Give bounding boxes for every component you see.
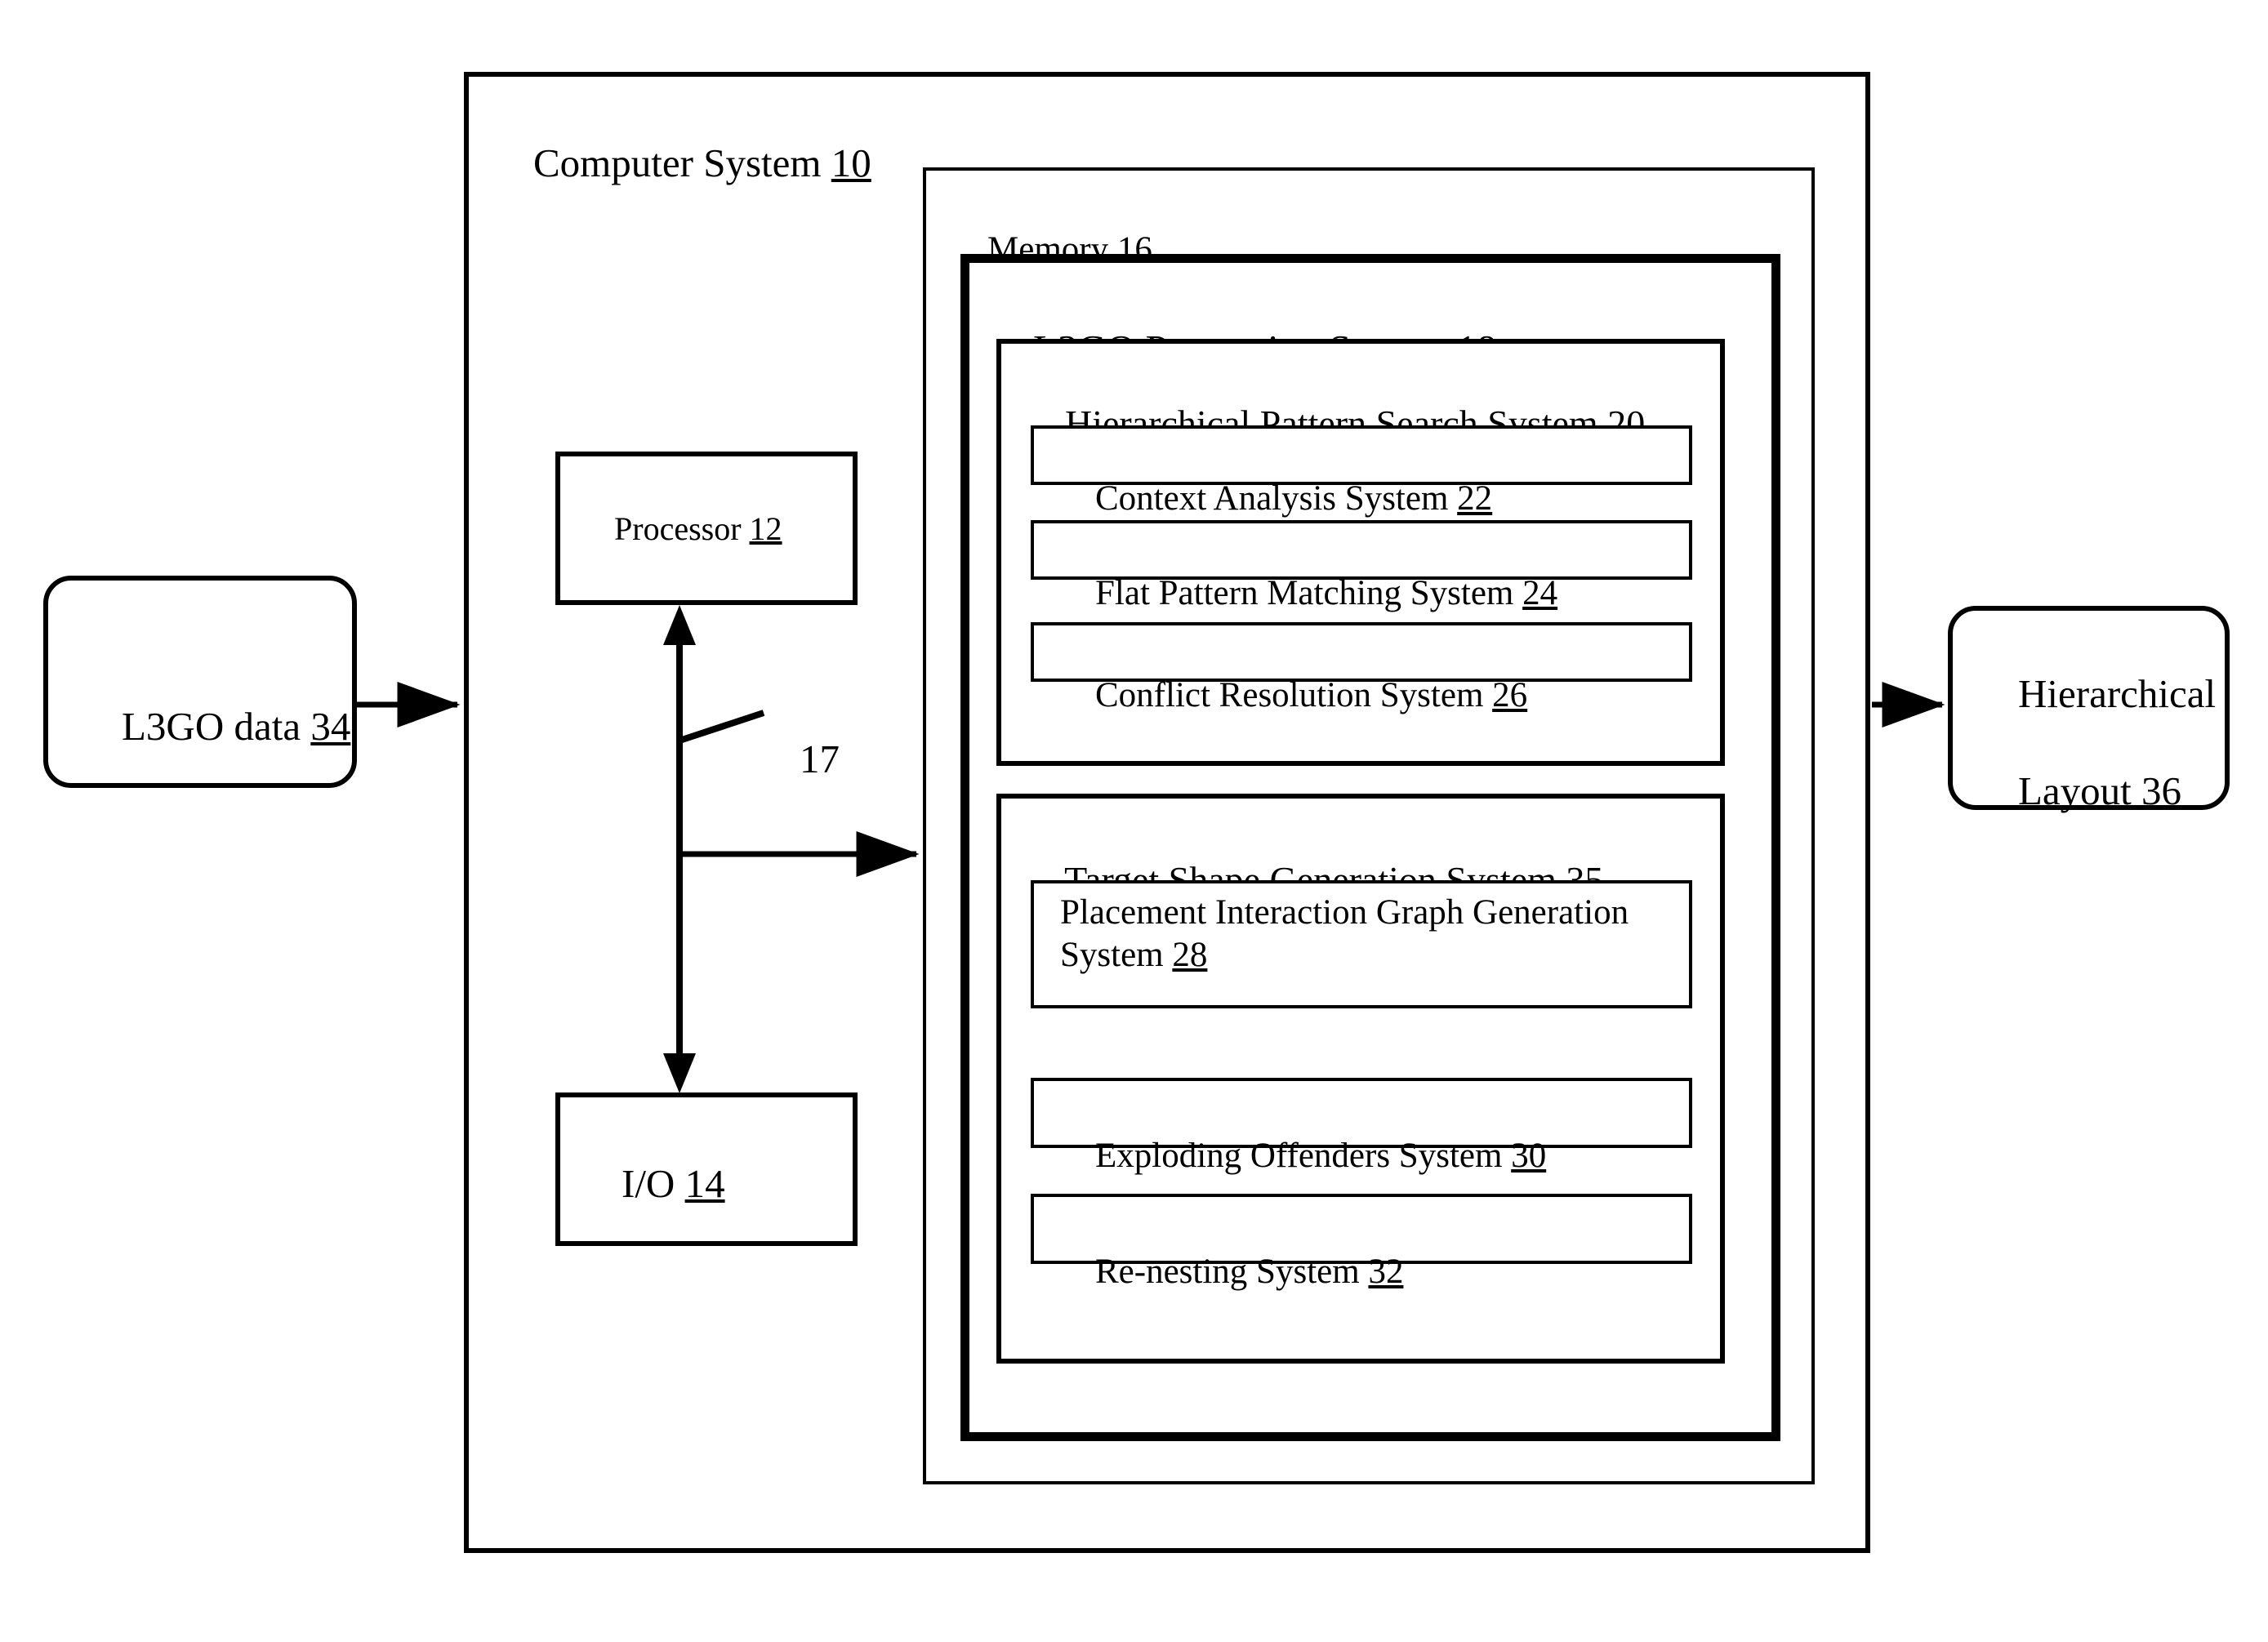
- io-ref: 14: [684, 1160, 725, 1206]
- conflict-resolution-system-label: Conflict Resolution System 26: [1060, 632, 1527, 760]
- io-label: I/O 14: [581, 1110, 725, 1257]
- re-nesting-system-text: Re-nesting System: [1095, 1253, 1360, 1292]
- output-hierarchical-layout-label: Hierarchical Layout 36: [1978, 621, 2223, 865]
- output-hierarchical-layout-ref: 36: [2141, 768, 2182, 814]
- output-hierarchical-layout-line1: Hierarchical: [2018, 670, 2217, 716]
- placement-interaction-graph-generation-system-ref: 28: [1172, 936, 1208, 975]
- io-text: I/O: [622, 1160, 675, 1206]
- processor-text: Processor: [614, 510, 742, 547]
- re-nesting-system-label: Re-nesting System 32: [1060, 1208, 1403, 1337]
- flat-pattern-matching-system-text: Flat Pattern Matching System: [1095, 574, 1514, 613]
- input-l3go-data-text: L3GO data: [122, 703, 301, 749]
- processor-label: Processor 12: [581, 469, 782, 589]
- re-nesting-system-ref: 32: [1368, 1253, 1404, 1292]
- output-hierarchical-layout-line2: Layout: [2018, 768, 2132, 814]
- computer-system-title-text: Computer System: [533, 140, 822, 185]
- bus-reference-label: 17: [760, 686, 840, 832]
- exploding-offenders-system-text: Exploding Offenders System: [1095, 1137, 1503, 1176]
- computer-system-title-ref: 10: [831, 140, 871, 185]
- context-analysis-system-ref: 22: [1457, 479, 1493, 518]
- placement-interaction-graph-generation-system-label: Placement Interaction Graph Generation S…: [1060, 892, 1632, 977]
- exploding-offenders-system-ref: 30: [1511, 1137, 1547, 1176]
- input-l3go-data-ref: 34: [310, 703, 351, 749]
- bus-ref: 17: [800, 736, 840, 781]
- input-l3go-data-label: L3GO data 34: [82, 653, 350, 799]
- context-analysis-system-text: Context Analysis System: [1095, 479, 1449, 518]
- figure-canvas: L3GO data 34 Computer System 10 Processo…: [0, 0, 2268, 1642]
- conflict-resolution-system-ref: 26: [1492, 676, 1528, 715]
- conflict-resolution-system-text: Conflict Resolution System: [1095, 676, 1484, 715]
- computer-system-title: Computer System 10: [493, 90, 871, 236]
- processor-ref: 12: [749, 510, 782, 547]
- placement-interaction-graph-generation-system-text: Placement Interaction Graph Generation S…: [1060, 893, 1629, 975]
- flat-pattern-matching-system-ref: 24: [1522, 574, 1558, 613]
